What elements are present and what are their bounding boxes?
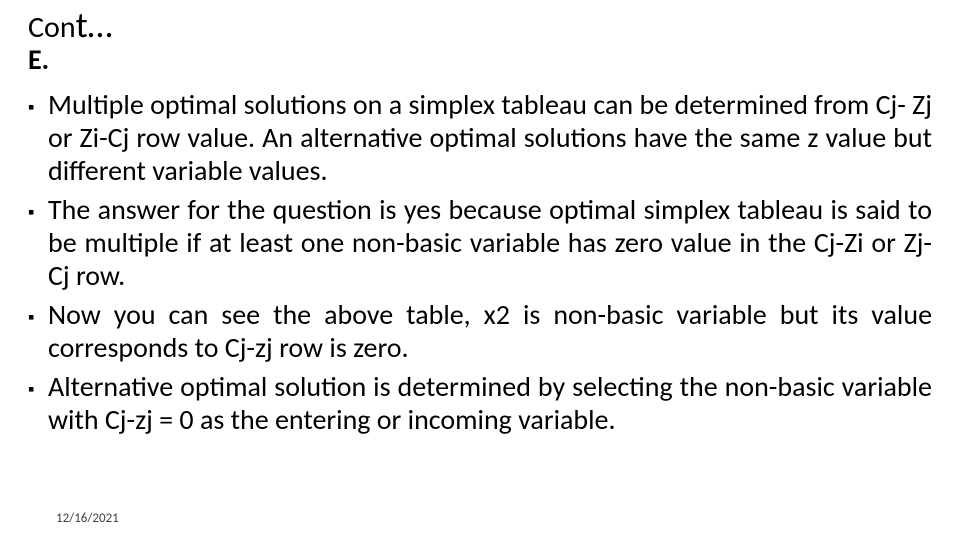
bullet-item: ▪ Alternative optimal solution is determ… (28, 370, 932, 436)
slide-title: Cont… (28, 6, 113, 46)
bullet-item: ▪ Now you can see the above table, x2 is… (28, 298, 932, 364)
section-label: E. (28, 42, 49, 77)
bullet-text: Alternative optimal solution is determin… (48, 370, 932, 436)
bullet-text: Now you can see the above table, x2 is n… (48, 298, 932, 364)
title-prefix: Con (28, 9, 76, 46)
bullet-marker-icon: ▪ (28, 298, 48, 364)
title-suffix: t… (76, 3, 113, 47)
slide: Cont… E. ▪ Multiple optimal solutions on… (0, 0, 960, 540)
body-content: ▪ Multiple optimal solutions on a simple… (28, 88, 932, 442)
bullet-text: Multiple optimal solutions on a simplex … (48, 88, 932, 187)
footer-date: 12/16/2021 (56, 511, 119, 526)
bullet-item: ▪ Multiple optimal solutions on a simple… (28, 88, 932, 187)
bullet-item: ▪ The answer for the question is yes bec… (28, 193, 932, 292)
bullet-marker-icon: ▪ (28, 193, 48, 292)
bullet-marker-icon: ▪ (28, 88, 48, 187)
bullet-text: The answer for the question is yes becau… (48, 193, 932, 292)
bullet-marker-icon: ▪ (28, 370, 48, 436)
